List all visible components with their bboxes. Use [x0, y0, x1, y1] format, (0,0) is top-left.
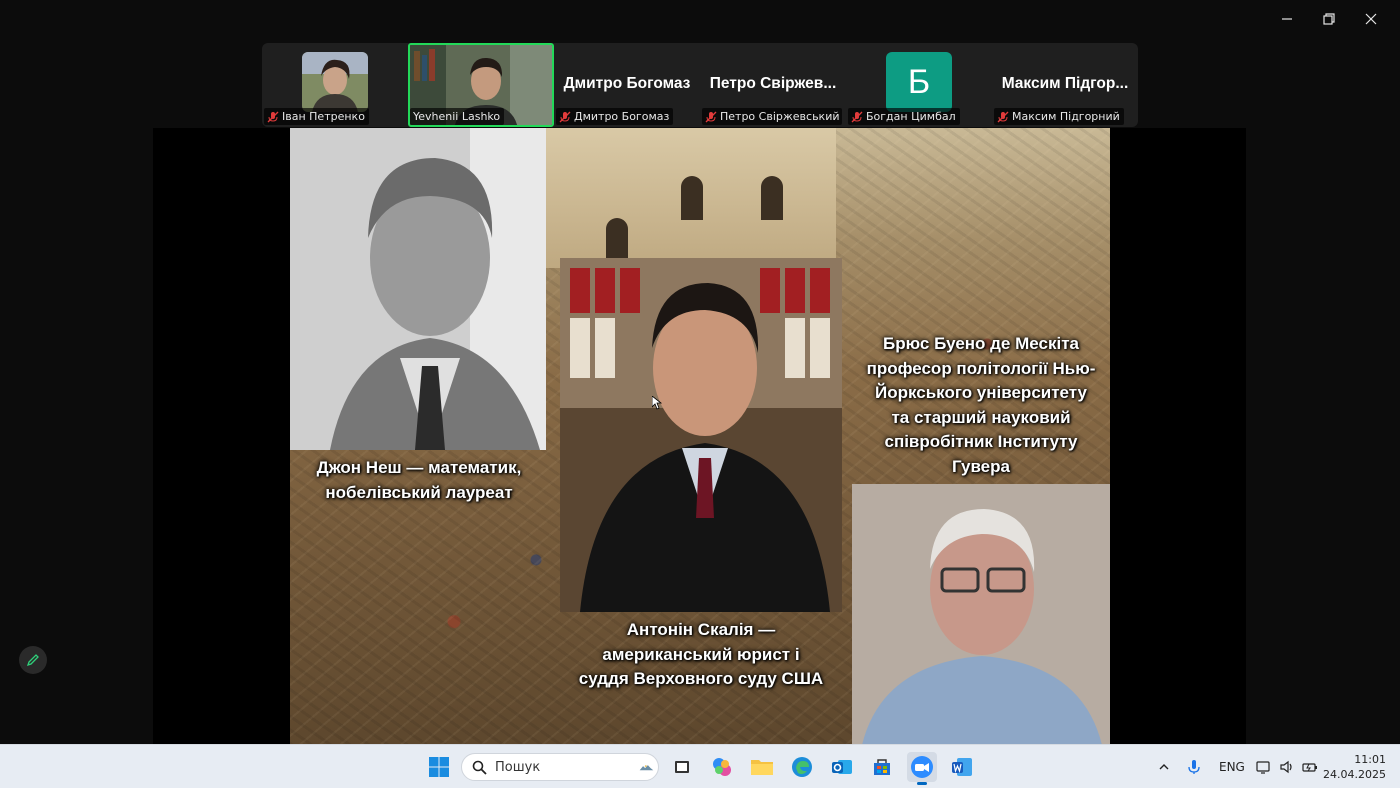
- start-button[interactable]: [424, 752, 454, 782]
- participant-strip: Іван Петренко Yevhenii Lashko Дмитро Бог…: [262, 43, 1138, 127]
- participant-name: Петро Свіржевський: [720, 110, 840, 123]
- pencil-icon: [26, 654, 39, 667]
- clock-date: 24.04.2025: [1323, 768, 1386, 781]
- windows-icon: [429, 757, 449, 777]
- photo-bruce-bueno-de-mesquita: [852, 484, 1110, 745]
- participant-display-name: Максим Підгор...: [1001, 75, 1129, 92]
- close-button[interactable]: [1350, 8, 1392, 30]
- task-view-icon: [675, 761, 689, 773]
- participant-video: [302, 52, 368, 112]
- file-explorer-button[interactable]: [747, 752, 777, 782]
- minimize-icon: [1282, 18, 1292, 20]
- window-controls: [1266, 8, 1392, 30]
- edge-button[interactable]: [787, 752, 817, 782]
- caption-john-nash: Джон Неш — математик, нобелівський лауре…: [316, 458, 522, 502]
- presentation-slide: Джон Неш — математик, нобелівський лауре…: [290, 128, 1110, 745]
- volume-icon: [1280, 760, 1292, 774]
- minimize-button[interactable]: [1266, 8, 1308, 30]
- participant-nameplate: Петро Свіржевський: [702, 108, 842, 125]
- participant-nameplate: Іван Петренко: [264, 108, 369, 125]
- clock[interactable]: 11:01 24.04.2025: [1323, 752, 1386, 782]
- language-label: ENG: [1219, 760, 1245, 774]
- painting-building: [546, 128, 836, 268]
- caption-antonin-scalia: Антонін Скалія — американський юрист і с…: [578, 620, 824, 688]
- chevron-up-icon: [1159, 764, 1169, 770]
- participant-nameplate: Максим Підгорний: [994, 108, 1124, 125]
- mouse-cursor: [651, 395, 663, 414]
- taskbar: Пошук ENG 11:01 24.04.2025: [0, 744, 1400, 788]
- mic-muted-icon: [851, 111, 863, 123]
- close-icon: [1365, 13, 1377, 25]
- participant-name: Дмитро Богомаз: [574, 110, 670, 123]
- photo-antonin-scalia: [560, 258, 842, 612]
- participant-nameplate: Yevhenii Lashko: [410, 108, 505, 125]
- mic-muted-icon: [559, 111, 571, 123]
- microphone-tray-button[interactable]: [1187, 745, 1201, 788]
- language-indicator[interactable]: ENG: [1219, 745, 1245, 788]
- store-icon: [874, 759, 890, 775]
- word-icon: [952, 758, 972, 776]
- network-icon: [1256, 761, 1270, 774]
- photo-john-nash: [290, 128, 546, 450]
- participant-tile[interactable]: Іван Петренко: [262, 43, 408, 127]
- shared-screen: Джон Неш — математик, нобелівський лауре…: [153, 128, 1246, 745]
- mic-muted-icon: [267, 111, 279, 123]
- annotate-button[interactable]: [19, 646, 47, 674]
- participant-nameplate: Богдан Цимбал: [848, 108, 960, 125]
- zoom-icon: [911, 756, 933, 778]
- participant-tile[interactable]: Максим Підгор... Максим Підгорний: [992, 43, 1138, 127]
- system-tray[interactable]: [1256, 745, 1318, 788]
- word-button[interactable]: [947, 752, 977, 782]
- restore-button[interactable]: [1308, 8, 1350, 30]
- copilot-icon: [713, 758, 731, 776]
- caption-bruce-bueno-de-mesquita: Брюс Буено де Мескіта професор політолог…: [866, 334, 1096, 476]
- participant-display-name: Петро Свіржев...: [709, 75, 837, 92]
- participant-display-name: Дмитро Богомаз: [563, 75, 691, 92]
- participant-name: Максим Підгорний: [1012, 110, 1120, 123]
- copilot-button[interactable]: [707, 752, 737, 782]
- restore-icon: [1323, 13, 1335, 25]
- search-highlight-icon: [639, 764, 654, 770]
- store-button[interactable]: [867, 752, 897, 782]
- show-hidden-icons-button[interactable]: [1157, 745, 1171, 788]
- search-icon: [472, 760, 487, 775]
- participant-nameplate: Дмитро Богомаз: [556, 108, 674, 125]
- participant-tile[interactable]: Б Богдан Цимбал: [846, 43, 992, 127]
- battery-icon: [1302, 763, 1317, 772]
- participant-name: Yevhenii Lashko: [413, 110, 501, 123]
- mic-muted-icon: [705, 111, 717, 123]
- mic-muted-icon: [997, 111, 1009, 123]
- participant-name: Богдан Цимбал: [866, 110, 956, 123]
- task-view-button[interactable]: [667, 752, 697, 782]
- participant-tile[interactable]: Дмитро Богомаз Дмитро Богомаз: [554, 43, 700, 127]
- screen: Іван Петренко Yevhenii Lashko Дмитро Бог…: [0, 0, 1400, 788]
- clock-time: 11:01: [1354, 753, 1386, 766]
- edge-icon: [792, 757, 812, 777]
- participant-tile[interactable]: Петро Свіржев... Петро Свіржевський: [700, 43, 846, 127]
- search-placeholder: Пошук: [495, 759, 541, 775]
- participant-tile-speaking[interactable]: Yevhenii Lashko: [408, 43, 554, 127]
- microphone-icon: [1188, 760, 1200, 774]
- taskbar-search[interactable]: Пошук: [461, 753, 659, 781]
- outlook-button[interactable]: [827, 752, 857, 782]
- outlook-icon: [832, 760, 852, 774]
- participant-name: Іван Петренко: [282, 110, 365, 123]
- folder-icon: [751, 760, 773, 775]
- zoom-button[interactable]: [907, 752, 937, 785]
- participant-avatar: Б: [886, 52, 952, 112]
